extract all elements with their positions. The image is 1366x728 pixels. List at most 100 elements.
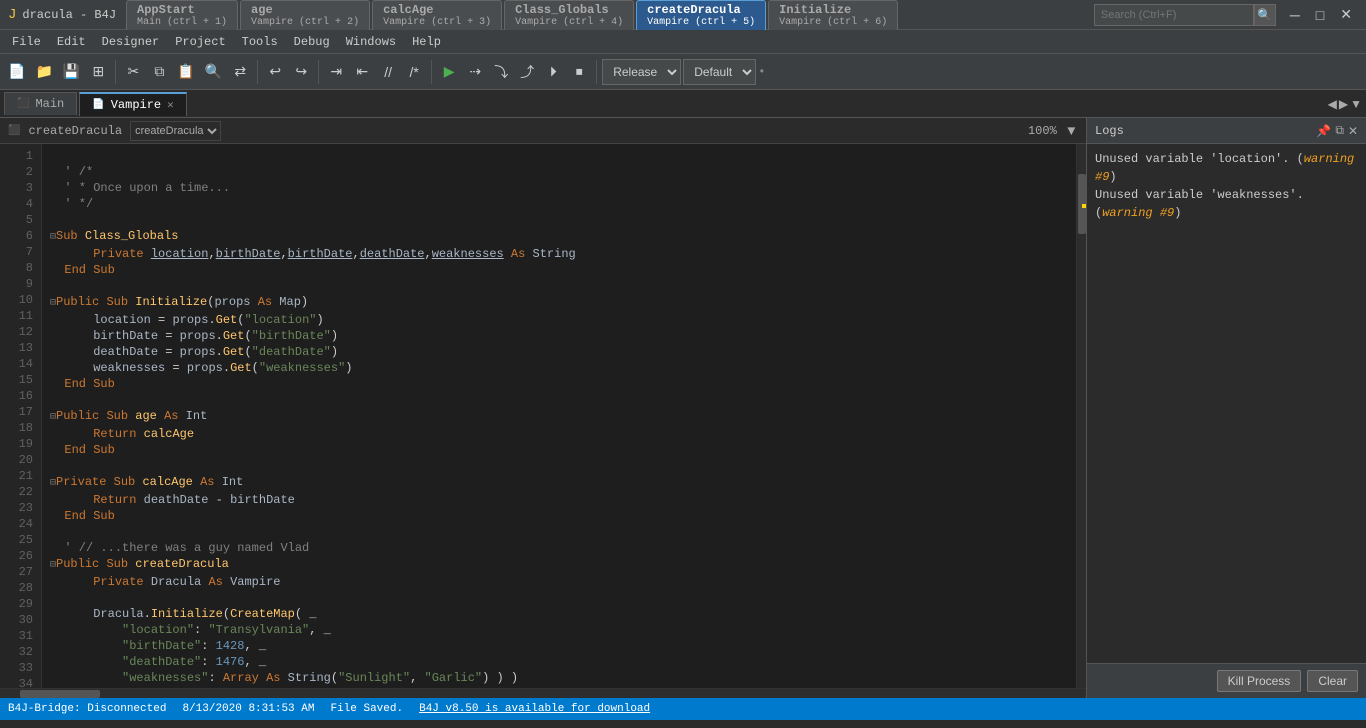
- editor-area: ⬛ createDracula createDracula 100% ▼ 123…: [0, 118, 1366, 698]
- window-title: dracula - B4J: [22, 8, 116, 22]
- toolbar-extra: •: [758, 65, 765, 79]
- toolbar-run[interactable]: ▶: [437, 58, 461, 86]
- toolbar-grid[interactable]: ⊞: [86, 58, 110, 86]
- toolbar-sep-2: [257, 60, 258, 84]
- code-area[interactable]: 12345 678910 1112131415 1617181920 21222…: [0, 144, 1086, 688]
- tab-vampire[interactable]: 📄 Vampire ✕: [79, 92, 187, 116]
- toolbar-sep-5: [596, 60, 597, 84]
- tab-main[interactable]: ⬛ Main: [4, 92, 77, 115]
- toolbar-comment[interactable]: //: [376, 58, 400, 86]
- breadcrumb-icon: ⬛: [8, 125, 20, 137]
- tab-vampire-icon: 📄: [92, 99, 104, 111]
- build-config-dropdown[interactable]: Release: [602, 59, 681, 85]
- menu-designer[interactable]: Designer: [94, 33, 168, 51]
- toolbar-outdent[interactable]: ⇤: [350, 58, 374, 86]
- toolbar-sep-1: [115, 60, 116, 84]
- menu-debug[interactable]: Debug: [286, 33, 338, 51]
- menu-project[interactable]: Project: [167, 33, 233, 51]
- warning-marker: [1082, 204, 1086, 208]
- log-text-1: Unused variable 'location'. (: [1095, 152, 1304, 166]
- editor-subheader: ⬛ createDracula createDracula 100% ▼: [0, 118, 1086, 144]
- toolbar: 📄 📁 💾 ⊞ ✂ ⧉ 📋 🔍 ⇄ ↩ ↪ ⇥ ⇤ // /* ▶ ⇢ ⤵ ⤴ …: [0, 54, 1366, 90]
- tab-scroll-left[interactable]: ◀: [1328, 97, 1337, 111]
- toolbar-replace[interactable]: ⇄: [228, 58, 252, 86]
- toolbar-step-over[interactable]: ⇢: [463, 58, 487, 86]
- editor-panel: ⬛ createDracula createDracula 100% ▼ 123…: [0, 118, 1086, 698]
- tab-scroll-right[interactable]: ▶: [1339, 97, 1348, 111]
- logs-footer: Kill Process Clear: [1087, 663, 1366, 698]
- title-tab-classglobals[interactable]: Class_Globals Vampire (ctrl + 4): [504, 0, 634, 30]
- title-bar: J dracula - B4J AppStart Main (ctrl + 1)…: [0, 0, 1366, 30]
- toolbar-open-folder[interactable]: 📁: [31, 58, 56, 86]
- log-entry-1: Unused variable 'location'. (warning #9): [1095, 150, 1358, 186]
- clear-button[interactable]: Clear: [1307, 670, 1358, 692]
- logs-header: Logs 📌 ⧉ ✕: [1087, 118, 1366, 144]
- toolbar-find[interactable]: 🔍: [201, 58, 226, 86]
- connection-status: B4J-Bridge: Disconnected: [8, 703, 166, 715]
- tab-main-icon: ⬛: [17, 98, 29, 110]
- title-tabs-area: AppStart Main (ctrl + 1) age Vampire (ct…: [126, 0, 1086, 30]
- logs-content: Unused variable 'location'. (warning #9)…: [1087, 144, 1366, 663]
- toolbar-stop[interactable]: ⏹: [567, 58, 591, 86]
- window-controls: ─ □ ✕: [1284, 6, 1358, 23]
- title-tab-calcage[interactable]: calcAge Vampire (ctrl + 3): [372, 0, 502, 30]
- horizontal-scrollbar-thumb[interactable]: [20, 690, 100, 698]
- tab-vampire-close[interactable]: ✕: [167, 98, 174, 112]
- toolbar-step-into[interactable]: ⤵: [489, 58, 513, 86]
- title-tab-createdracula[interactable]: createDracula Vampire (ctrl + 5): [636, 0, 766, 30]
- toolbar-sep-3: [318, 60, 319, 84]
- search-input[interactable]: [1094, 4, 1254, 26]
- app-icon: J: [8, 7, 16, 23]
- vertical-scrollbar[interactable]: [1076, 144, 1086, 688]
- toolbar-continue[interactable]: ⏵: [541, 58, 565, 86]
- menu-help[interactable]: Help: [404, 33, 449, 51]
- logs-panel: Logs 📌 ⧉ ✕ Unused variable 'location'. (…: [1086, 118, 1366, 698]
- logs-header-buttons: 📌 ⧉ ✕: [1316, 123, 1358, 138]
- log-entry-2: Unused variable 'weaknesses'. (warning #…: [1095, 186, 1358, 222]
- tab-main-label: Main: [35, 97, 64, 111]
- toolbar-paste[interactable]: 📋: [173, 58, 198, 86]
- horizontal-scrollbar[interactable]: [0, 688, 1086, 698]
- line-numbers: 12345 678910 1112131415 1617181920 21222…: [0, 144, 42, 688]
- toolbar-cut[interactable]: ✂: [121, 58, 145, 86]
- toolbar-indent[interactable]: ⇥: [324, 58, 348, 86]
- title-tab-appstart[interactable]: AppStart Main (ctrl + 1): [126, 0, 238, 30]
- toolbar-undo[interactable]: ↩: [263, 58, 287, 86]
- maximize-button[interactable]: □: [1310, 6, 1330, 23]
- logs-pin-button[interactable]: 📌: [1316, 123, 1331, 138]
- method-dropdown[interactable]: createDracula: [130, 121, 221, 141]
- menu-file[interactable]: File: [4, 33, 49, 51]
- toolbar-step-out[interactable]: ⤴: [515, 58, 539, 86]
- menu-windows[interactable]: Windows: [338, 33, 404, 51]
- tab-bar: ⬛ Main 📄 Vampire ✕ ◀ ▶ ▼: [0, 90, 1366, 118]
- zoom-dropdown[interactable]: ▼: [1065, 123, 1078, 138]
- title-tab-age[interactable]: age Vampire (ctrl + 2): [240, 0, 370, 30]
- search-button[interactable]: 🔍: [1254, 4, 1276, 26]
- update-link[interactable]: B4J v8.50 is available for download: [419, 703, 650, 715]
- toolbar-uncomment[interactable]: /*: [402, 58, 426, 86]
- logs-float-button[interactable]: ⧉: [1335, 123, 1344, 138]
- kill-process-button[interactable]: Kill Process: [1217, 670, 1302, 692]
- menu-tools[interactable]: Tools: [234, 33, 286, 51]
- tab-vampire-label: Vampire: [111, 98, 161, 112]
- logs-title: Logs: [1095, 124, 1310, 138]
- close-button[interactable]: ✕: [1334, 6, 1358, 23]
- menu-bar: File Edit Designer Project Tools Debug W…: [0, 30, 1366, 54]
- log-warn-2: warning #9: [1102, 206, 1174, 220]
- platform-dropdown[interactable]: Default: [683, 59, 756, 85]
- tab-menu-arrow[interactable]: ▼: [1350, 97, 1362, 111]
- status-bar: B4J-Bridge: Disconnected 8/13/2020 8:31:…: [0, 698, 1366, 720]
- menu-edit[interactable]: Edit: [49, 33, 94, 51]
- logs-close-button[interactable]: ✕: [1348, 123, 1358, 138]
- breadcrumb: createDracula: [28, 124, 122, 138]
- save-status: File Saved.: [330, 703, 403, 715]
- toolbar-copy[interactable]: ⧉: [147, 58, 171, 86]
- toolbar-new[interactable]: 📄: [4, 58, 29, 86]
- toolbar-redo[interactable]: ↪: [289, 58, 313, 86]
- code-content[interactable]: ' /* ' * Once upon a time... ' */ ⊟Sub C…: [42, 144, 1076, 688]
- title-tab-initialize[interactable]: Initialize Vampire (ctrl + 6): [768, 0, 898, 30]
- minimize-button[interactable]: ─: [1284, 6, 1306, 23]
- zoom-level: 100%: [1028, 124, 1057, 138]
- toolbar-save[interactable]: 💾: [59, 58, 84, 86]
- search-area: 🔍: [1094, 4, 1276, 26]
